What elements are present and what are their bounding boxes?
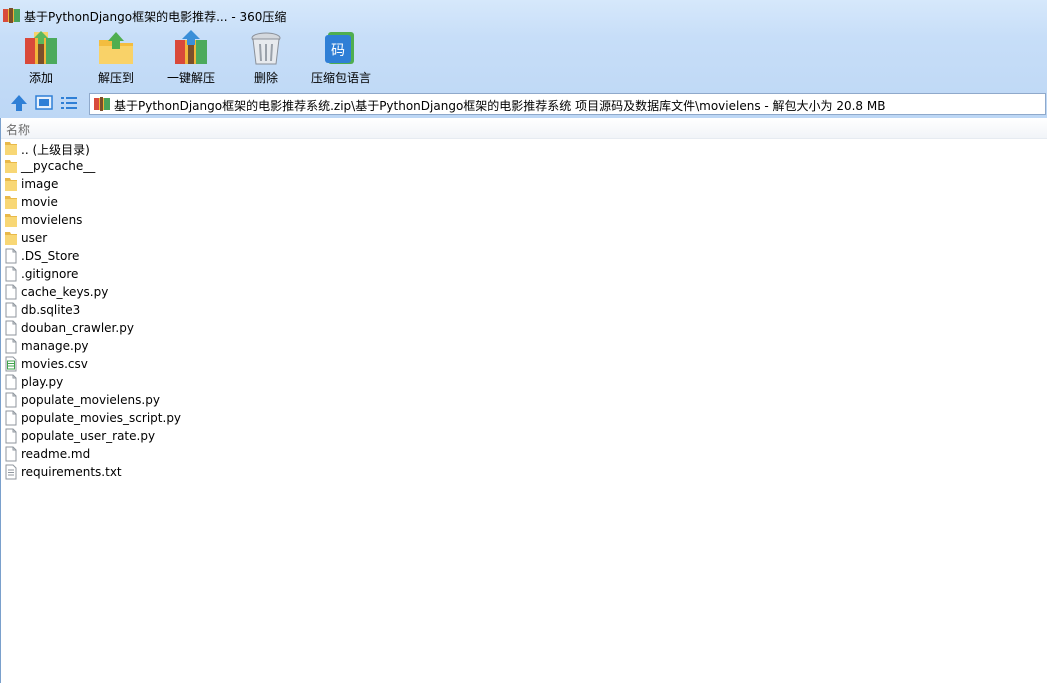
folder-row[interactable]: movielens (0, 211, 400, 229)
file-row[interactable]: douban_crawler.py (0, 319, 400, 337)
add-label: 添加 (28, 71, 53, 85)
window-title: 基于PythonDjango框架的电影推荐... - 360压缩 (24, 10, 287, 24)
folder-icon (4, 194, 18, 210)
folder-row[interactable]: user (0, 229, 400, 247)
address-path: 基于PythonDjango框架的电影推荐系统.zip\基于PythonDjan… (114, 99, 886, 113)
folder-icon (4, 158, 18, 174)
column-header-name-label: 名称 (6, 123, 31, 137)
one-click-extract-label: 一键解压 (166, 71, 215, 85)
file-name: image (21, 177, 59, 191)
file-name: .gitignore (21, 267, 79, 281)
file-name: populate_user_rate.py (21, 429, 156, 443)
file-name: populate_movies_script.py (21, 411, 182, 425)
file-row[interactable]: populate_movies_script.py (0, 409, 400, 427)
file-icon (4, 248, 18, 264)
address-bar[interactable]: 基于PythonDjango框架的电影推荐系统.zip\基于PythonDjan… (89, 93, 1046, 115)
file-row[interactable]: movies.csv (0, 355, 400, 373)
file-row[interactable]: play.py (0, 373, 400, 391)
file-icon (4, 338, 18, 354)
file-icon (4, 446, 18, 462)
file-icon (4, 320, 18, 336)
thumbnail-view-icon[interactable] (34, 93, 54, 113)
folder-row[interactable]: .. (上级目录) (0, 139, 400, 157)
folder-icon (4, 140, 18, 156)
up-arrow-icon[interactable] (9, 93, 29, 113)
language-icon-glyph: 码 (331, 43, 345, 59)
delete-label: 删除 (253, 71, 278, 85)
file-icon (4, 266, 18, 282)
file-name: movielens (21, 213, 83, 227)
trash-icon (251, 32, 281, 65)
language-code-icon: 码 (325, 32, 354, 64)
window-chrome: 基于PythonDjango框架的电影推荐... - 360压缩 添加 解压到 … (0, 0, 1047, 119)
file-name: user (21, 231, 48, 245)
file-icon (4, 302, 18, 318)
app-window: 基于PythonDjango框架的电影推荐... - 360压缩 添加 解压到 … (0, 0, 1047, 683)
column-header-name[interactable]: 名称 (0, 118, 1047, 139)
one-click-extract-icon (175, 30, 207, 64)
archive-path-icon (94, 97, 110, 111)
folder-icon (4, 176, 18, 192)
file-icon (4, 392, 18, 408)
list-view-icon[interactable] (59, 93, 79, 113)
file-row[interactable]: .DS_Store (0, 247, 400, 265)
extract-folder-icon (99, 32, 133, 64)
folder-row[interactable]: image (0, 175, 400, 193)
archive-language-label: 压缩包语言 (310, 71, 371, 85)
file-icon (4, 410, 18, 426)
file-name: movies.csv (21, 357, 88, 371)
file-name: cache_keys.py (21, 285, 109, 299)
file-name: requirements.txt (21, 465, 122, 479)
one-click-extract-button[interactable]: 一键解压 (154, 30, 228, 88)
file-name: movie (21, 195, 58, 209)
file-row[interactable]: cache_keys.py (0, 283, 400, 301)
file-row[interactable]: requirements.txt (0, 463, 400, 481)
archive-language-button[interactable]: 码 压缩包语言 (304, 30, 378, 88)
file-row[interactable]: .gitignore (0, 265, 400, 283)
file-row[interactable]: populate_movielens.py (0, 391, 400, 409)
file-icon (4, 428, 18, 444)
add-button[interactable]: 添加 (4, 30, 78, 88)
csv-file-icon (4, 356, 18, 372)
window-left-border (0, 118, 1, 683)
file-row[interactable]: readme.md (0, 445, 400, 463)
file-row[interactable]: populate_user_rate.py (0, 427, 400, 445)
file-name: .. (上级目录) (21, 143, 90, 157)
file-name: populate_movielens.py (21, 393, 160, 407)
file-name: play.py (21, 375, 64, 389)
file-name: manage.py (21, 339, 89, 353)
add-icon (25, 31, 57, 64)
file-name: .DS_Store (21, 249, 80, 263)
file-row[interactable]: db.sqlite3 (0, 301, 400, 319)
archive-app-icon (3, 8, 20, 23)
extract-to-button[interactable]: 解压到 (79, 30, 153, 88)
file-name: __pycache__ (21, 159, 96, 173)
toolbar: 添加 解压到 一键解压 删除 码 压缩包语言 (0, 30, 1047, 88)
folder-icon (4, 230, 18, 246)
text-file-icon (4, 464, 18, 480)
file-name: db.sqlite3 (21, 303, 81, 317)
folder-row[interactable]: movie (0, 193, 400, 211)
file-icon (4, 284, 18, 300)
file-name: readme.md (21, 447, 91, 461)
file-list[interactable]: 名称 .. (上级目录) __pycache__image movie moviele… (0, 118, 1047, 683)
file-name: douban_crawler.py (21, 321, 134, 335)
file-row[interactable]: manage.py (0, 337, 400, 355)
delete-button[interactable]: 删除 (229, 30, 303, 88)
extract-to-label: 解压到 (97, 71, 134, 85)
folder-row[interactable]: __pycache__ (0, 157, 400, 175)
title-bar: 基于PythonDjango框架的电影推荐... - 360压缩 (0, 0, 1047, 30)
file-icon (4, 374, 18, 390)
folder-icon (4, 212, 18, 228)
navigation-bar: 基于PythonDjango框架的电影推荐系统.zip\基于PythonDjan… (0, 91, 1047, 116)
